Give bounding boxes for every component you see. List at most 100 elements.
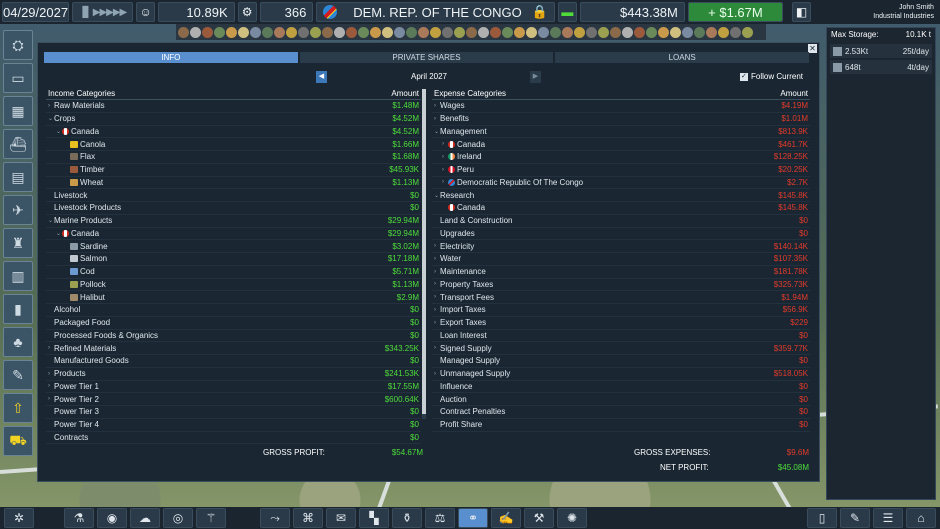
resource-filter-icon[interactable]	[658, 26, 669, 38]
dropper-icon[interactable]: ✎	[3, 360, 33, 390]
income-row[interactable]: ⌄ Canada $29.94M	[46, 228, 421, 241]
resource-filter-icon[interactable]	[622, 26, 633, 38]
storage-row[interactable]: 2.53Kt 25t/day	[830, 44, 932, 58]
factory-icon[interactable]: ▥	[3, 261, 33, 291]
expense-row[interactable]: › Wages $4.19M	[432, 100, 810, 113]
handshake-icon[interactable]: ⚭	[458, 508, 488, 528]
expense-row[interactable]: › Property Taxes $325.73K	[432, 279, 810, 292]
expense-row[interactable]: › Peru $20.25K	[432, 164, 810, 177]
forest-icon[interactable]: ♣	[3, 327, 33, 357]
flask-icon[interactable]: ⚱	[392, 508, 422, 528]
resource-filter-icon[interactable]	[634, 26, 645, 38]
next-month-button[interactable]: ▶	[530, 71, 541, 83]
tab-loans[interactable]: LOANS	[555, 52, 810, 63]
resource-filter-icon[interactable]	[574, 26, 585, 38]
resource-filter-icon[interactable]	[742, 26, 753, 38]
income-row[interactable]: › Products $241.53K	[46, 368, 421, 381]
country-selector[interactable]: DEM. REP. OF THE CONGO 🔒	[316, 2, 555, 22]
contract-icon[interactable]: ✍	[491, 508, 521, 528]
dna-icon[interactable]: ⚚	[196, 508, 226, 528]
expense-row[interactable]: › Democratic Republic Of The Congo $2.7K	[432, 177, 810, 190]
route-icon[interactable]: ⤳	[260, 508, 290, 528]
tab-private-shares[interactable]: PRIVATE SHARES	[299, 52, 554, 63]
follow-current-toggle[interactable]: ✓ Follow Current	[739, 70, 803, 84]
home-icon[interactable]: ⌂	[906, 508, 936, 528]
resource-filter-icon[interactable]	[358, 26, 369, 38]
expense-row[interactable]: › Benefits $1.01M	[432, 113, 810, 126]
gear-settings-icon[interactable]: ✲	[4, 508, 34, 528]
list-icon[interactable]: ☰	[873, 508, 903, 528]
resource-filter-icon[interactable]	[466, 26, 477, 38]
company-icon[interactable]: ◧	[792, 2, 812, 22]
resource-filter-icon[interactable]	[274, 26, 285, 38]
resource-filter-icon[interactable]	[538, 26, 549, 38]
basket-icon[interactable]: ⚖	[425, 508, 455, 528]
money-icon[interactable]: ▬	[557, 2, 577, 22]
oil-rig-icon[interactable]: ♜	[3, 228, 33, 258]
income-row[interactable]: ⌄ Canada $4.52M	[46, 126, 421, 139]
sparkle-icon[interactable]: ✺	[557, 508, 587, 528]
income-row[interactable]: ⌄ Marine Products $29.94M	[46, 215, 421, 228]
resource-filter-icon[interactable]	[490, 26, 501, 38]
resource-filter-icon[interactable]	[478, 26, 489, 38]
income-row[interactable]: ⌄ Crops $4.52M	[46, 113, 421, 126]
resource-filter-icon[interactable]	[178, 26, 189, 38]
storage-icon[interactable]: ▤	[3, 162, 33, 192]
resource-filter-icon[interactable]	[298, 26, 309, 38]
resource-filter-icon[interactable]	[454, 26, 465, 38]
lock-icon[interactable]: 🔒	[532, 4, 548, 20]
resource-filter-icon[interactable]	[238, 26, 249, 38]
expense-row[interactable]: › Transport Fees $1.94M	[432, 291, 810, 304]
resource-filter-icon[interactable]	[226, 26, 237, 38]
resource-filter-icon[interactable]	[526, 26, 537, 38]
expense-row[interactable]: › Electricity $140.14K	[432, 240, 810, 253]
resource-filter-icon[interactable]	[394, 26, 405, 38]
resource-filter-icon[interactable]	[442, 26, 453, 38]
resource-filter-icon[interactable]	[262, 26, 273, 38]
resource-filter-icon[interactable]	[190, 26, 201, 38]
expense-row[interactable]: ⌄ Research $145.8K	[432, 189, 810, 202]
research-icon[interactable]: ⚗	[64, 508, 94, 528]
expense-row[interactable]: › Export Taxes $229	[432, 317, 810, 330]
notes-icon[interactable]: ✎	[840, 508, 870, 528]
resource-filter-icon[interactable]	[370, 26, 381, 38]
income-row[interactable]: › Power Tier 1 $17.55M	[46, 381, 421, 394]
boat-icon[interactable]: ⛴	[3, 129, 33, 159]
expense-row[interactable]: › Maintenance $181.78K	[432, 266, 810, 279]
resource-filter-icon[interactable]	[598, 26, 609, 38]
income-row[interactable]: › Refined Materials $343.25K	[46, 342, 421, 355]
airplane-icon[interactable]: ✈	[3, 195, 33, 225]
expense-row[interactable]: ⌄ Management $813.9K	[432, 126, 810, 139]
resource-filter-icon[interactable]	[718, 26, 729, 38]
resource-filter-icon[interactable]	[286, 26, 297, 38]
user-info[interactable]: John Smith Industrial Industries	[814, 0, 938, 24]
date-display[interactable]: 04/29/2027	[2, 2, 70, 22]
money-eye-icon[interactable]: ◎	[163, 508, 193, 528]
resource-filter-icon[interactable]	[406, 26, 417, 38]
resource-filter-icon[interactable]	[514, 26, 525, 38]
expense-row[interactable]: › Ireland $128.25K	[432, 151, 810, 164]
resource-filter-icon[interactable]	[310, 26, 321, 38]
profit-value[interactable]: + $1.67M	[687, 2, 784, 22]
resource-filter-icon[interactable]	[550, 26, 561, 38]
book-icon[interactable]: ▯	[807, 508, 837, 528]
resource-filter-icon[interactable]	[202, 26, 213, 38]
storage-row[interactable]: 648t 4t/day	[830, 60, 932, 74]
income-row[interactable]: › Raw Materials $1.48M	[46, 100, 421, 113]
prev-month-button[interactable]: ◀	[316, 71, 327, 83]
warehouse-icon[interactable]: ▦	[3, 96, 33, 126]
resource-filter-icon[interactable]	[430, 26, 441, 38]
resource-filter-icon[interactable]	[322, 26, 333, 38]
resource-filter-icon[interactable]	[586, 26, 597, 38]
income-row[interactable]: › Power Tier 2 $600.64K	[46, 393, 421, 406]
resource-filter-icon[interactable]	[334, 26, 345, 38]
resource-filter-icon[interactable]	[670, 26, 681, 38]
power-plant-icon[interactable]: ▮	[3, 294, 33, 324]
resource-filter-icon[interactable]	[214, 26, 225, 38]
resource-filter-icon[interactable]	[250, 26, 261, 38]
resource-filter-icon[interactable]	[418, 26, 429, 38]
resource-filter-icon[interactable]	[346, 26, 357, 38]
resource-filter-icon[interactable]	[382, 26, 393, 38]
workers-icon[interactable]: ⚙	[237, 2, 257, 22]
resource-filter-icon[interactable]	[502, 26, 513, 38]
